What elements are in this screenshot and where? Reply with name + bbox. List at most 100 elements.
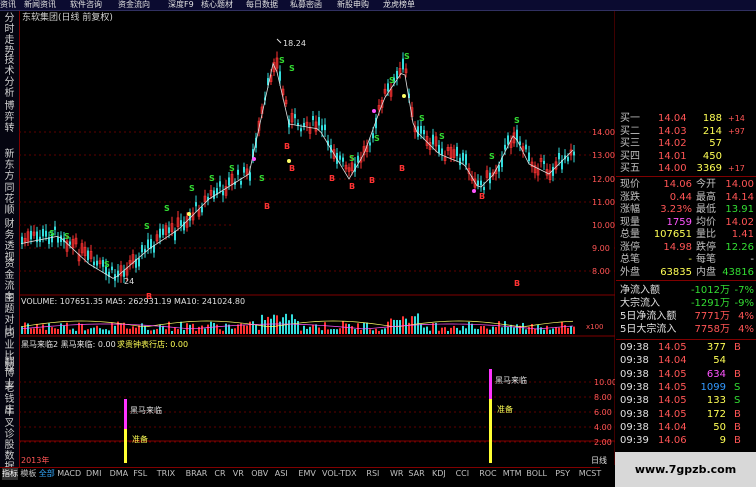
- volume-bar: [327, 329, 329, 334]
- indicator-tab[interactable]: KDJ: [432, 468, 454, 480]
- volume-bar: [72, 328, 74, 334]
- sidebar-item[interactable]: 新东方: [2, 149, 17, 182]
- volume-bar: [294, 319, 296, 334]
- tick-price: 14.05: [658, 368, 687, 380]
- sidebar-item[interactable]: 财务透视: [2, 219, 17, 263]
- tick-side: B: [734, 368, 741, 380]
- indicator-tab[interactable]: MTM: [503, 468, 525, 480]
- candle-body: [279, 71, 281, 81]
- indicator-tab[interactable]: BRAR: [186, 468, 213, 480]
- candle-body: [525, 144, 527, 150]
- indicator-tab[interactable]: MCST: [579, 468, 606, 480]
- candle-body: [462, 152, 464, 161]
- candle-body: [168, 227, 170, 234]
- indicator-tab[interactable]: CCI: [456, 468, 478, 480]
- indicator-tick-label: 10.00: [594, 378, 615, 387]
- top-menu-item[interactable]: 资金流向: [118, 0, 167, 10]
- bid-price: 14.00: [658, 163, 687, 174]
- volume-bar: [321, 330, 323, 334]
- candle-body: [42, 228, 44, 237]
- bid-volume: 450: [702, 150, 722, 162]
- candle-body: [159, 228, 161, 238]
- volume-bar: [546, 325, 548, 334]
- indicator-spike-bottom: [124, 429, 127, 463]
- volume-bar: [468, 321, 470, 334]
- indicator-tab[interactable]: ROC: [479, 468, 501, 480]
- price-tick-label: 13.00: [592, 151, 615, 160]
- candle-body: [96, 260, 98, 266]
- indicator-tab[interactable]: TRIX: [157, 468, 184, 480]
- top-menu-item[interactable]: 新股申购: [337, 0, 382, 10]
- buy-signal: B: [514, 279, 520, 288]
- top-menu-item[interactable]: 龙虎榜单: [383, 0, 428, 10]
- quote-label: 内盘: [696, 266, 716, 278]
- indicator-tab[interactable]: WR: [390, 468, 406, 480]
- bid-volume: 188: [702, 113, 722, 124]
- indicator-tab[interactable]: MACD: [57, 468, 84, 480]
- volume-bar: [36, 323, 38, 334]
- top-menu-item[interactable]: 资讯: [0, 0, 22, 10]
- candle-body: [87, 250, 89, 261]
- top-menu-item[interactable]: 深度F9: [168, 0, 200, 10]
- volume-bar: [189, 324, 191, 334]
- indicator-tab[interactable]: PSY: [555, 468, 577, 480]
- indicator-tab[interactable]: VOL-TDX: [322, 468, 364, 480]
- sidebar-item[interactable]: 技术分析: [2, 55, 17, 99]
- indicator-tab[interactable]: DMA: [110, 468, 132, 480]
- top-menu-item[interactable]: 核心题材: [201, 0, 245, 10]
- indicator-tick-label: 6.00: [594, 408, 612, 417]
- annotation-black-horse: 黑马来临: [495, 375, 527, 385]
- indicator-tab[interactable]: DMI: [86, 468, 108, 480]
- candle-body: [420, 125, 422, 134]
- sell-signal: S: [209, 174, 215, 183]
- candle-body: [147, 239, 149, 249]
- volume-bar: [375, 328, 377, 334]
- indicator-spike-top: [124, 399, 127, 429]
- bid-volume: 3369: [696, 163, 722, 174]
- bid-change: +17: [728, 164, 745, 173]
- indicator-tab[interactable]: VR: [233, 468, 249, 480]
- sidebar-item[interactable]: 分时走势: [2, 13, 17, 57]
- sidebar-item[interactable]: 博弈转: [2, 101, 17, 134]
- top-menu-item[interactable]: 每日数据: [246, 0, 289, 10]
- indicator-tab[interactable]: RSI: [366, 468, 388, 480]
- volume-bar: [489, 329, 491, 334]
- volume-bar: [348, 324, 350, 334]
- volume-bar: [345, 323, 347, 334]
- tick-volume: 133: [706, 395, 726, 407]
- indicator-tab[interactable]: 模板: [20, 468, 36, 480]
- indicator-tab[interactable]: FSL: [133, 468, 155, 480]
- tick-volume: 50: [713, 421, 726, 433]
- indicator-tab[interactable]: CR: [214, 468, 230, 480]
- volume-bar: [504, 321, 506, 334]
- quote-label: 最低: [696, 204, 716, 215]
- sidebar-item[interactable]: 牛叉诊股: [2, 407, 17, 451]
- top-menu-item[interactable]: 新闻资讯: [24, 0, 69, 10]
- volume-bar: [276, 315, 278, 334]
- candle-body: [294, 114, 296, 119]
- indicator-tab[interactable]: ASI: [275, 468, 297, 480]
- indicator-tab[interactable]: 全部: [39, 468, 55, 480]
- volume-bar: [573, 326, 575, 334]
- volume-bar: [144, 325, 146, 334]
- top-menu-item[interactable]: 软件咨询: [70, 0, 117, 10]
- top-menu-item[interactable]: 私募密函: [290, 0, 336, 10]
- indicator-tab[interactable]: BOLL: [526, 468, 553, 480]
- indicator-tab[interactable]: EMV: [298, 468, 320, 480]
- sell-signal: S: [189, 184, 195, 193]
- indicator-tab[interactable]: SAR: [408, 468, 430, 480]
- sidebar-item[interactable]: 同花顺: [2, 183, 17, 216]
- quote-label: 总量: [620, 229, 640, 240]
- indicator-tick-label: 4.00: [594, 423, 612, 432]
- buy-signal: B: [284, 142, 290, 151]
- candle-body: [45, 230, 47, 237]
- divider: [616, 280, 756, 281]
- indicator-tab[interactable]: OBV: [251, 468, 273, 480]
- kline-chart[interactable]: S SSSSSSSSSSSSSSSSSSBBBBBBBBBB 14.0013.00…: [19, 11, 615, 465]
- volume-bar: [204, 328, 206, 334]
- bid-label: 买一: [620, 113, 640, 124]
- volume-bar: [516, 324, 518, 334]
- indicator-spike-top: [489, 369, 492, 399]
- indicator-tab[interactable]: 指标: [2, 468, 19, 480]
- candle-body: [465, 154, 467, 165]
